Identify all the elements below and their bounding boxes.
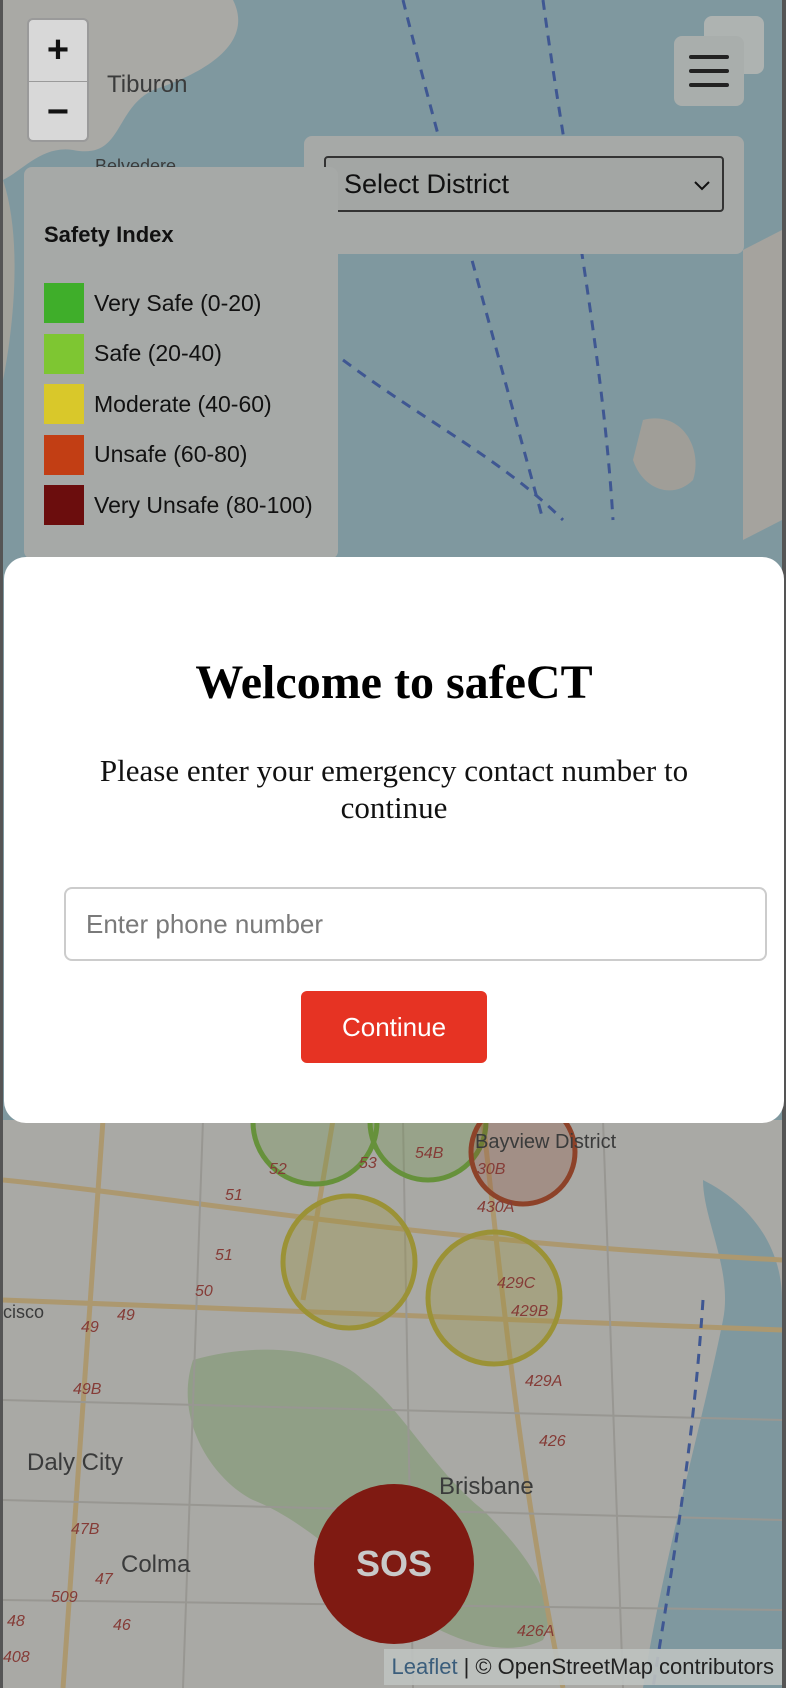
legend-label: Unsafe (60-80) (94, 441, 248, 468)
modal-prompt: Please enter your emergency contact numb… (99, 753, 689, 825)
hamburger-menu-icon (689, 83, 729, 87)
legend-label: Very Safe (0-20) (94, 289, 262, 316)
continue-button[interactable]: Continue (301, 991, 487, 1063)
map-attribution: Leaflet | © OpenStreetMap contributors (383, 1649, 782, 1685)
legend-label: Very Unsafe (80-100) (94, 491, 313, 518)
osm-attribution: © OpenStreetMap contributors (475, 1654, 774, 1679)
legend-swatch (44, 434, 84, 475)
hamburger-menu-icon (689, 55, 729, 59)
zoom-out-button[interactable]: − (29, 81, 87, 140)
safety-legend: Safety Index Very Safe (0-20) Safe (20-4… (24, 167, 338, 559)
chevron-down-icon (694, 181, 710, 191)
legend-swatch (44, 333, 84, 374)
phone-input[interactable] (64, 887, 767, 961)
legend-title: Safety Index (44, 222, 174, 247)
zoom-control: + − (27, 18, 89, 142)
sos-button[interactable]: SOS (314, 1484, 474, 1644)
legend-swatch (44, 283, 84, 324)
hamburger-menu-icon (689, 69, 729, 73)
district-panel: Select District (304, 136, 744, 254)
legend-swatch (44, 485, 84, 526)
legend-item: Very Unsafe (80-100) (44, 480, 338, 531)
legend-item: Moderate (40-60) (44, 379, 338, 430)
district-select[interactable]: Select District (324, 156, 724, 212)
district-select-value: Select District (344, 168, 510, 199)
legend-label: Safe (20-40) (94, 340, 222, 367)
zoom-in-button[interactable]: + (29, 20, 87, 81)
menu-button[interactable] (674, 36, 744, 106)
legend-item: Unsafe (60-80) (44, 430, 338, 481)
legend-item: Safe (20-40) (44, 329, 338, 380)
legend-item: Very Safe (0-20) (44, 278, 338, 329)
modal-title: Welcome to safeCT (195, 656, 593, 709)
welcome-modal: Welcome to safeCT Please enter your emer… (4, 557, 784, 1123)
attribution-separator: | (463, 1654, 470, 1679)
legend-swatch (44, 384, 84, 425)
legend-label: Moderate (40-60) (94, 390, 272, 417)
leaflet-link[interactable]: Leaflet (392, 1654, 458, 1680)
